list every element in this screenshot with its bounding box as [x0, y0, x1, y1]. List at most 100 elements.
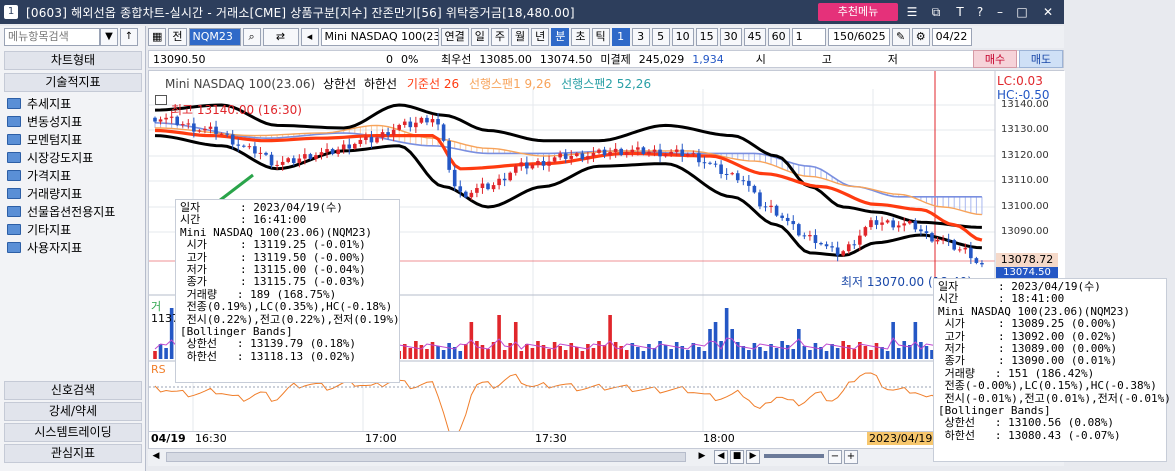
tree-item[interactable]: 추세지표	[4, 94, 142, 112]
maximize-icon[interactable]: □	[1014, 4, 1030, 20]
arrow-up-icon[interactable]: ↑	[120, 28, 138, 46]
zoom-out-icon[interactable]: −	[828, 450, 842, 464]
candle-body	[153, 117, 157, 122]
volume-bar	[436, 346, 440, 359]
candle-body	[808, 235, 812, 237]
chart-type-header[interactable]: 차트형태	[4, 51, 142, 70]
scroll-left-icon[interactable]: ◀	[150, 451, 162, 463]
open-interest-change: 1,934	[692, 52, 724, 66]
watch-indicator-button[interactable]: 관심지표	[4, 444, 142, 463]
grid-icon[interactable]: ▦	[148, 28, 167, 46]
interval-3[interactable]: 3	[631, 28, 650, 46]
period-week[interactable]: 주	[490, 28, 510, 46]
period-minute[interactable]: 분	[551, 28, 570, 46]
dropdown-icon[interactable]: ▼	[100, 28, 118, 46]
volume-bar	[869, 350, 873, 359]
minimize-icon[interactable]: –	[992, 4, 1008, 20]
system-trading-button[interactable]: 시스템트레이딩	[4, 423, 142, 442]
open-label: 시	[755, 53, 766, 66]
period-connect[interactable]: 연결	[440, 28, 469, 46]
candle-body	[719, 164, 723, 174]
candle-body	[730, 173, 734, 175]
text-icon[interactable]: T	[952, 4, 968, 20]
window-title: [0603] 해외선옵 종합차트-실시간 - 거래소[CME] 상품구분[지수]…	[26, 5, 575, 20]
x-date: 04/19	[151, 432, 186, 445]
volume-bar	[414, 341, 418, 359]
candle-body	[186, 123, 191, 125]
volume-bar	[924, 346, 929, 359]
candle-body	[563, 153, 568, 159]
tree-item[interactable]: 가격지표	[4, 166, 142, 184]
signal-search-button[interactable]: 신호검색	[4, 381, 142, 400]
interval-15[interactable]: 15	[695, 28, 718, 46]
grid-toggle-icon[interactable]	[155, 95, 167, 105]
candle-body	[475, 188, 479, 193]
volume-bar	[575, 347, 579, 359]
indicators-header[interactable]: 기술적지표	[4, 73, 142, 92]
candle-body	[513, 166, 518, 173]
jeon-button[interactable]: 전	[168, 28, 187, 46]
recommend-menu-button[interactable]: 추천메뉴	[818, 3, 898, 21]
settings-icon[interactable]: ⚙	[911, 28, 930, 46]
interval-5[interactable]: 5	[651, 28, 670, 46]
play-prev-icon[interactable]: ◀	[714, 450, 728, 464]
search-icon[interactable]: ⌕	[242, 28, 261, 46]
zoom-slider[interactable]	[764, 454, 824, 458]
candle-body	[636, 147, 640, 150]
tree-item[interactable]: 시장강도지표	[4, 148, 142, 166]
zoom-in-icon[interactable]: +	[844, 450, 858, 464]
bar-count[interactable]: 150/6025	[827, 28, 890, 46]
interval-1[interactable]: 1	[611, 28, 630, 46]
scroll-bar[interactable]: ◀ ▶ ◀ ■ ▶ − +	[148, 448, 1064, 466]
play-next-icon[interactable]: ▶	[746, 450, 760, 464]
lc-label: LC:0.03	[997, 74, 1043, 88]
volume-bar	[608, 315, 612, 359]
tree-item[interactable]: 변동성지표	[4, 112, 142, 130]
period-month[interactable]: 월	[511, 28, 530, 46]
tree-item[interactable]: 모멘텀지표	[4, 130, 142, 148]
x-crosshair-tag: 2023/04/19(	[867, 432, 939, 445]
menu-icon[interactable]: ☰	[904, 4, 920, 20]
scroll-track[interactable]	[166, 452, 686, 462]
period-day[interactable]: 일	[470, 28, 489, 46]
link-icon[interactable]: ⧉	[928, 4, 944, 20]
candle-body	[552, 157, 557, 162]
tree-item[interactable]: 기타지표	[4, 220, 142, 238]
help-icon[interactable]: ?	[972, 4, 988, 20]
tree-item[interactable]: 선물옵션전용지표	[4, 202, 142, 220]
compare-icon[interactable]: ⇄	[262, 28, 299, 46]
candle-body	[835, 247, 840, 256]
candle-body	[863, 227, 868, 236]
period-year[interactable]: 년	[531, 28, 550, 46]
close-icon[interactable]: ✕	[1040, 4, 1056, 20]
buy-button[interactable]: 매수	[973, 50, 1017, 68]
volume-bar	[791, 349, 796, 359]
tree-item[interactable]: 거래량지표	[4, 184, 142, 202]
scroll-right-icon[interactable]: ▶	[696, 451, 708, 463]
sound-icon[interactable]: ◂	[300, 28, 319, 46]
sell-button[interactable]: 매도	[1019, 50, 1063, 68]
volume-bar	[530, 348, 535, 359]
symbol-input[interactable]: NQM23	[188, 28, 241, 46]
candle-body	[841, 251, 845, 256]
candle-body	[702, 162, 707, 164]
interval-60[interactable]: 60	[767, 28, 790, 46]
candle-body	[774, 205, 779, 216]
candle-body	[203, 128, 207, 131]
tree-item[interactable]: 사용자지표	[4, 238, 142, 256]
stop-icon[interactable]: ■	[730, 450, 744, 464]
folder-icon	[7, 97, 21, 109]
open-interest: 245,029	[638, 52, 685, 66]
period-second[interactable]: 초	[571, 28, 590, 46]
interval-select[interactable]: 1	[791, 28, 826, 46]
period-tick[interactable]: 틱	[591, 28, 610, 46]
strength-button[interactable]: 강세/약세	[4, 402, 142, 421]
menu-search-input[interactable]: 메뉴항목검색	[4, 28, 100, 46]
tools-icon[interactable]: ✎	[891, 28, 910, 46]
interval-30[interactable]: 30	[719, 28, 742, 46]
date-input[interactable]: 04/22	[931, 28, 972, 46]
interval-10[interactable]: 10	[671, 28, 694, 46]
interval-45[interactable]: 45	[743, 28, 766, 46]
candle-body	[258, 152, 263, 154]
x-tick: 17:00	[365, 432, 397, 445]
